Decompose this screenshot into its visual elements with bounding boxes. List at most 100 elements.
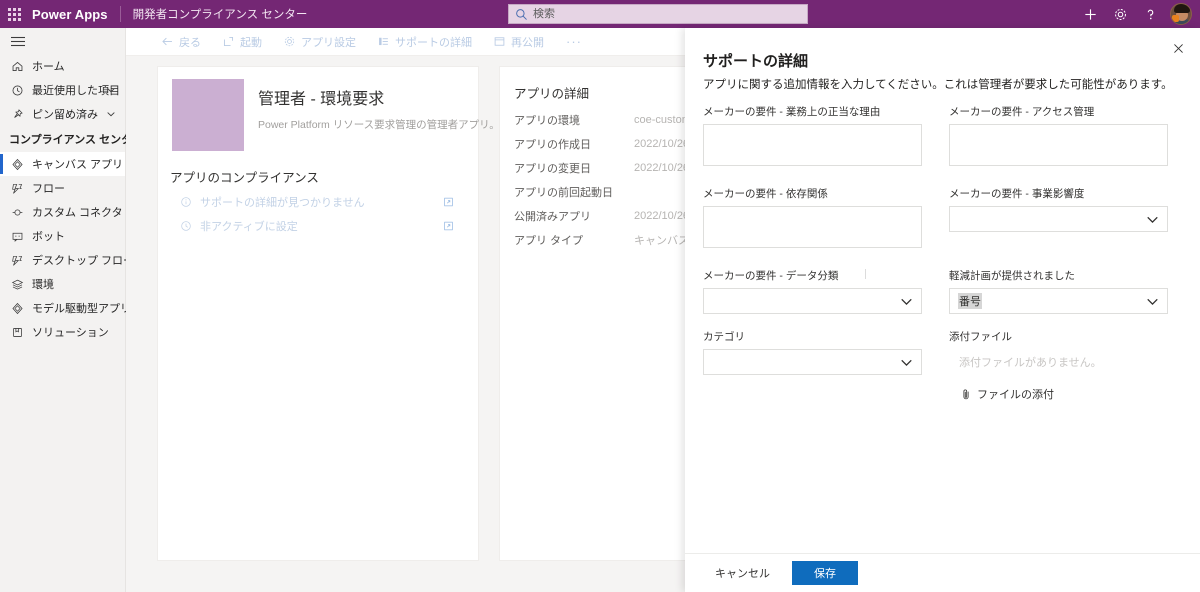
business-justification-textarea[interactable] xyxy=(703,124,922,166)
support-details-panel: サポートの詳細 アプリに関する追加情報を入力してください。これは管理者が要求した… xyxy=(685,28,1200,592)
data-classification-dropdown[interactable] xyxy=(703,288,922,314)
command-launch[interactable]: 起動 xyxy=(211,28,272,56)
command-back[interactable]: 戻る xyxy=(150,28,211,56)
close-icon[interactable] xyxy=(1166,36,1190,60)
command-support-details[interactable]: サポートの詳細 xyxy=(366,28,482,56)
category-dropdown[interactable] xyxy=(703,349,922,375)
sidebar-item-label: 環境 xyxy=(32,279,54,291)
settings-button[interactable] xyxy=(1106,0,1134,28)
sidebar-group-title: コンプライアンス センター xyxy=(9,134,144,146)
app-header: 管理者 - 環境要求 Power Platform リソース要求管理の管理者アプ… xyxy=(158,67,500,151)
compliance-item-set-inactive[interactable]: 非アクティブに設定 xyxy=(158,214,478,238)
sidebar-item-solutions[interactable]: ソリューション xyxy=(0,320,125,344)
sidebar-item-environments[interactable]: 環境 xyxy=(0,272,125,296)
avatar[interactable] xyxy=(1170,3,1192,25)
launch-icon xyxy=(221,35,235,48)
attachments-empty-text: 添付ファイルがありません。 xyxy=(959,357,1102,369)
field-label: メーカーの要件 - 依存関係 xyxy=(703,188,828,200)
desktop-flow-icon xyxy=(11,254,26,267)
command-app-settings[interactable]: アプリ設定 xyxy=(272,28,366,56)
sidebar-toggle-button[interactable] xyxy=(0,28,125,54)
gear-icon xyxy=(282,35,296,48)
new-button[interactable] xyxy=(1076,0,1104,28)
search-input[interactable] xyxy=(533,8,801,20)
detail-key: 公開済みアプリ xyxy=(514,211,591,223)
mitigation-plan-dropdown[interactable]: 番号 xyxy=(949,288,1168,314)
sidebar-item-label: ボット xyxy=(32,231,65,243)
sidebar-item-canvas-apps[interactable]: キャンバス アプリ xyxy=(0,152,125,176)
attach-file-button[interactable]: ファイルの添付 xyxy=(949,386,1168,402)
sidebar-item-recent[interactable]: 最近使用した項目 xyxy=(0,78,125,102)
field-mitigation-plan: 軽減計画が提供されました 番号 xyxy=(949,268,1168,314)
dropdown-value: 番号 xyxy=(958,293,982,309)
sidebar-item-pinned[interactable]: ピン留め済み xyxy=(0,102,125,126)
sidebar-item-label: ピン留め済み xyxy=(32,109,98,121)
chevron-down-icon[interactable] xyxy=(106,109,116,119)
connector-icon xyxy=(11,206,26,219)
field-data-classification: メーカーの要件 - データ分類 xyxy=(703,268,922,314)
field-category: カテゴリ xyxy=(703,329,922,402)
sidebar-item-flows[interactable]: フロー xyxy=(0,176,125,200)
field-dependency: メーカーの要件 - 依存関係 xyxy=(703,186,922,253)
field-access-management: メーカーの要件 - アクセス管理 xyxy=(949,104,1168,171)
sidebar-item-custom-connectors[interactable]: カスタム コネクタ xyxy=(0,200,125,224)
home-icon xyxy=(11,60,26,73)
compliance-item-label: 非アクティブに設定 xyxy=(200,221,298,233)
suite-header-bar: Power Apps 開発者コンプライアンス センター xyxy=(0,0,1200,28)
business-impact-dropdown[interactable] xyxy=(949,206,1168,232)
clock-icon xyxy=(180,220,194,232)
chevron-down-icon[interactable] xyxy=(106,85,116,95)
command-label: 戻る xyxy=(179,36,201,49)
save-button[interactable]: 保存 xyxy=(792,561,858,585)
field-business-justification: メーカーの要件 - 業務上の正当な理由 xyxy=(703,104,922,171)
bot-icon xyxy=(11,230,26,243)
command-label: アプリ設定 xyxy=(301,36,356,49)
command-republish[interactable]: 再公開 xyxy=(482,28,554,56)
field-label: 添付ファイル xyxy=(949,331,1012,343)
external-link-icon[interactable] xyxy=(443,197,454,208)
sidebar-item-label: モデル駆動型アプリ xyxy=(32,303,131,315)
search-icon xyxy=(515,8,528,21)
field-business-impact: メーカーの要件 - 事業影響度 xyxy=(949,186,1168,253)
access-management-textarea[interactable] xyxy=(949,124,1168,166)
sidebar-item-bots[interactable]: ボット xyxy=(0,224,125,248)
republish-icon xyxy=(492,35,506,48)
avatar-status-badge xyxy=(1172,15,1179,22)
sidebar-item-desktop-flows[interactable]: デスクトップ フロー xyxy=(0,248,134,272)
environment-icon xyxy=(11,278,26,291)
info-icon xyxy=(180,196,194,208)
panel-title: サポートの詳細 xyxy=(703,53,809,70)
compliance-item-label: サポートの詳細が見つかりません xyxy=(200,197,365,209)
app-compliance-title: アプリのコンプライアンス xyxy=(170,171,319,185)
sidebar: ホーム 最近使用した項目 ピン留め済み コンプライアンス センター キャンバス … xyxy=(0,28,144,592)
app-launcher-button[interactable] xyxy=(0,0,28,28)
brand-label[interactable]: Power Apps xyxy=(28,7,120,22)
app-title: 管理者 - 環境要求 xyxy=(258,91,385,108)
detail-key: アプリ タイプ xyxy=(514,235,584,247)
sidebar-item-label: キャンバス アプリ xyxy=(32,159,124,171)
pin-icon xyxy=(11,108,26,121)
command-overflow-button[interactable]: ··· xyxy=(554,34,594,49)
sidebar-item-label: ホーム xyxy=(32,61,65,73)
app-thumbnail xyxy=(172,79,244,151)
help-button[interactable] xyxy=(1136,0,1164,28)
sidebar-item-label: ソリューション xyxy=(32,327,109,339)
canvas-app-icon xyxy=(11,158,26,171)
attach-file-label: ファイルの添付 xyxy=(977,389,1054,401)
cancel-button[interactable]: キャンセル xyxy=(703,561,782,585)
power-apps-compliance-center-window: Power Apps 開発者コンプライアンス センター 検索 ホーム 最近使用し… xyxy=(0,0,1200,592)
detail-key: アプリの変更日 xyxy=(514,163,591,175)
search-box[interactable] xyxy=(508,4,808,24)
chevron-down-icon xyxy=(1146,213,1159,226)
flow-icon xyxy=(11,182,26,195)
solution-icon xyxy=(11,326,26,339)
chevron-down-icon xyxy=(1146,295,1159,308)
sidebar-item-model-driven-apps[interactable]: モデル駆動型アプリ xyxy=(0,296,131,320)
field-attachments: 添付ファイル 添付ファイルがありません。 ファイルの添付 xyxy=(949,329,1168,402)
external-link-icon[interactable] xyxy=(443,221,454,232)
compliance-item-support-details[interactable]: サポートの詳細が見つかりません xyxy=(158,190,478,214)
dependency-textarea[interactable] xyxy=(703,206,922,248)
sidebar-item-home[interactable]: ホーム xyxy=(0,54,125,78)
field-label: カテゴリ xyxy=(703,331,745,343)
field-label: メーカーの要件 - 事業影響度 xyxy=(949,188,1085,200)
